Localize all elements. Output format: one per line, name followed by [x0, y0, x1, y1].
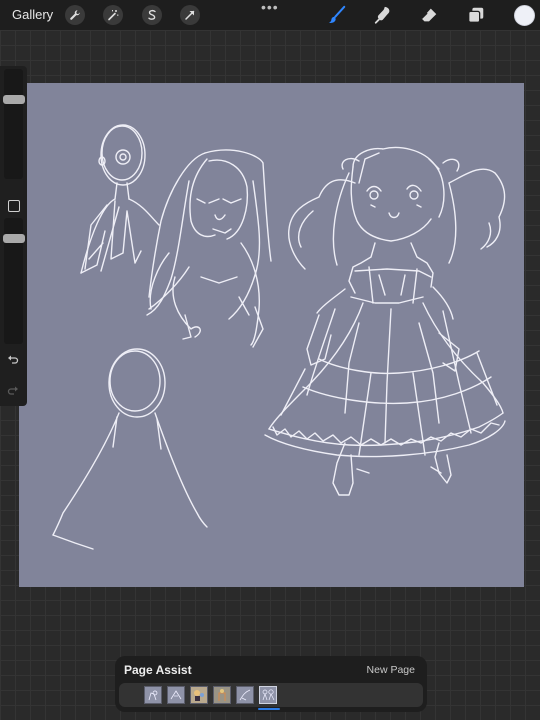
brush-size-handle[interactable] [3, 95, 25, 104]
page-thumbnail[interactable] [236, 686, 254, 704]
layers-icon[interactable] [465, 4, 487, 26]
transform-arrow-icon[interactable] [180, 5, 200, 25]
page-assist-panel: Page Assist New Page [115, 656, 427, 712]
page-thumbnail[interactable] [144, 686, 162, 704]
brush-size-slider[interactable] [3, 69, 25, 179]
color-picker-swatch[interactable] [514, 5, 535, 26]
undo-icon[interactable] [7, 353, 19, 368]
sketch-artwork [52, 124, 506, 550]
opacity-slider[interactable] [3, 218, 25, 344]
opacity-handle[interactable] [3, 234, 25, 243]
top-toolbar: Gallery ••• [0, 0, 540, 30]
left-sidebar [0, 66, 27, 406]
page-thumbnail-selected[interactable] [259, 686, 277, 704]
page-thumbnail-strip [119, 683, 423, 707]
magic-wand-icon[interactable] [103, 5, 123, 25]
more-options-icon[interactable]: ••• [261, 0, 279, 14]
page-assist-title: Page Assist [124, 663, 192, 677]
page-thumbnail[interactable] [213, 686, 231, 704]
brush-icon[interactable] [326, 4, 348, 26]
page-thumbnail[interactable] [190, 686, 208, 704]
selection-s-icon[interactable] [142, 5, 162, 25]
selected-page-indicator [258, 708, 280, 710]
new-page-button[interactable]: New Page [367, 664, 415, 676]
drawing-canvas[interactable] [19, 83, 524, 587]
redo-icon[interactable] [7, 384, 19, 399]
eraser-icon[interactable] [418, 4, 440, 26]
modify-button[interactable] [8, 200, 20, 212]
page-thumbnail[interactable] [167, 686, 185, 704]
wrench-icon[interactable] [65, 5, 85, 25]
gallery-button[interactable]: Gallery [12, 7, 53, 22]
smudge-icon[interactable] [372, 4, 394, 26]
